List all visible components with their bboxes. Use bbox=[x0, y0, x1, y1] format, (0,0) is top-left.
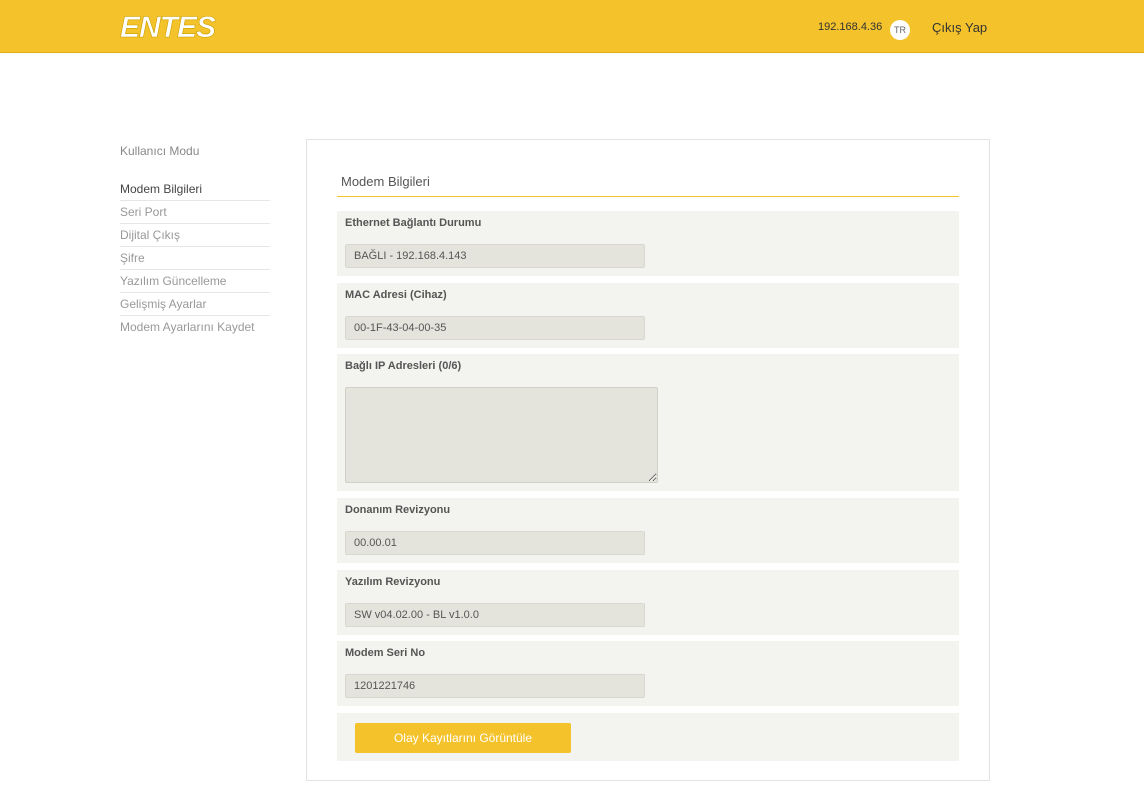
connected-ips-textarea[interactable] bbox=[345, 387, 658, 483]
language-button[interactable]: TR bbox=[890, 20, 910, 40]
hardware-revision-section: Donanım Revizyonu 00.00.01 bbox=[337, 498, 959, 563]
mac-address-section: MAC Adresi (Cihaz) 00-1F-43-04-00-35 bbox=[337, 283, 959, 348]
software-revision-section: Yazılım Revizyonu SW v04.02.00 - BL v1.0… bbox=[337, 570, 959, 635]
ethernet-status-section: Ethernet Bağlantı Durumu BAĞLI - 192.168… bbox=[337, 211, 959, 276]
sidebar-item-serial-port[interactable]: Seri Port bbox=[120, 201, 270, 224]
sidebar-item-digital-output[interactable]: Dijital Çıkış bbox=[120, 224, 270, 247]
software-revision-label: Yazılım Revizyonu bbox=[345, 576, 441, 588]
modem-info-panel: Modem Bilgileri Ethernet Bağlantı Durumu… bbox=[306, 139, 990, 781]
serial-number-label: Modem Seri No bbox=[345, 647, 426, 659]
entes-logo: ENTES bbox=[120, 11, 218, 45]
top-bar: ENTES 192.168.4.36 TR Çıkış Yap bbox=[0, 0, 1144, 53]
software-revision-field: SW v04.02.00 - BL v1.0.0 bbox=[345, 603, 645, 627]
sidebar-item-save-settings[interactable]: Modem Ayarlarını Kaydet bbox=[120, 316, 270, 338]
logout-link[interactable]: Çıkış Yap bbox=[932, 20, 987, 35]
sidebar-item-advanced-settings[interactable]: Gelişmiş Ayarlar bbox=[120, 293, 270, 316]
mac-address-label: MAC Adresi (Cihaz) bbox=[345, 289, 447, 301]
view-event-log-button[interactable]: Olay Kayıtlarını Görüntüle bbox=[355, 723, 571, 753]
user-mode-label: Kullanıcı Modu bbox=[120, 144, 200, 158]
serial-number-section: Modem Seri No 1201221746 bbox=[337, 641, 959, 706]
ethernet-status-field: BAĞLI - 192.168.4.143 bbox=[345, 244, 645, 268]
sidebar: Kullanıcı Modu Modem Bilgileri Seri Port… bbox=[120, 144, 270, 338]
mac-address-field: 00-1F-43-04-00-35 bbox=[345, 316, 645, 340]
hardware-revision-field: 00.00.01 bbox=[345, 531, 645, 555]
sidebar-item-modem-info[interactable]: Modem Bilgileri bbox=[120, 178, 270, 201]
sidebar-item-password[interactable]: Şifre bbox=[120, 247, 270, 270]
connected-ips-section: Bağlı IP Adresleri (0/6) bbox=[337, 354, 959, 491]
ip-address: 192.168.4.36 bbox=[818, 21, 883, 33]
title-divider bbox=[337, 196, 959, 197]
event-log-section: Olay Kayıtlarını Görüntüle bbox=[337, 713, 959, 761]
hardware-revision-label: Donanım Revizyonu bbox=[345, 504, 451, 516]
serial-number-field: 1201221746 bbox=[345, 674, 645, 698]
ethernet-status-label: Ethernet Bağlantı Durumu bbox=[345, 217, 482, 229]
page-title: Modem Bilgileri bbox=[341, 174, 430, 189]
sidebar-item-software-update[interactable]: Yazılım Güncelleme bbox=[120, 270, 270, 293]
connected-ips-label: Bağlı IP Adresleri (0/6) bbox=[345, 360, 462, 372]
logo-text: ENTES bbox=[120, 11, 216, 44]
